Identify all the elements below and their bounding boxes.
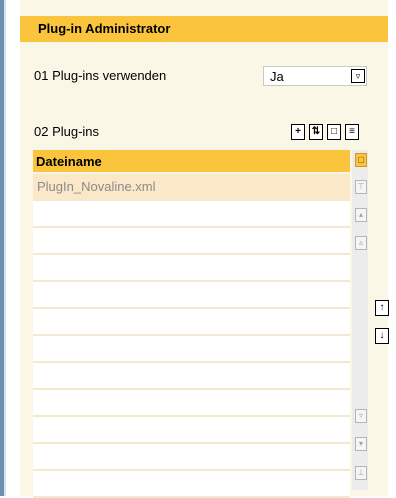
table-row[interactable] xyxy=(33,363,350,390)
scroll-up-icon[interactable]: ▵ xyxy=(355,236,367,250)
scroll-top-icon[interactable]: ⊤ xyxy=(355,180,367,194)
plugins-table: Dateiname PlugIn_Novaline.xml xyxy=(33,150,350,498)
table-scrollbar[interactable]: ▢ ⊤ ▴ ▵ ▿ ▾ ⊥ xyxy=(352,150,368,490)
table-row[interactable] xyxy=(33,417,350,444)
column-header-filename[interactable]: Dateiname xyxy=(33,150,350,174)
table-row[interactable] xyxy=(33,282,350,309)
table-row[interactable] xyxy=(33,309,350,336)
page-down-icon[interactable]: ▾ xyxy=(355,437,367,451)
use-plugins-value: Ja xyxy=(270,69,284,84)
move-down-icon[interactable]: ↓ xyxy=(375,328,389,344)
table-row[interactable] xyxy=(33,471,350,498)
table-row[interactable] xyxy=(33,336,350,363)
panel-title: Plug-in Administrator xyxy=(20,16,388,42)
delete-icon[interactable]: □ xyxy=(327,124,341,140)
use-plugins-label: 01 Plug-ins verwenden xyxy=(34,68,167,83)
table-row[interactable] xyxy=(33,228,350,255)
chevron-down-icon[interactable]: ▿ xyxy=(351,69,365,83)
plugin-admin-panel: Plug-in Administrator 01 Plug-ins verwen… xyxy=(20,0,389,498)
details-icon[interactable]: ≡ xyxy=(345,124,359,140)
add-icon[interactable]: + xyxy=(291,124,305,140)
move-up-icon[interactable]: ↑ xyxy=(375,300,389,316)
window-left-border-inner xyxy=(4,0,6,496)
plugins-section-label: 02 Plug-ins xyxy=(34,124,100,139)
table-row[interactable] xyxy=(33,444,350,471)
scroll-down-icon[interactable]: ▿ xyxy=(355,409,367,423)
copy-icon[interactable]: ⇅ xyxy=(309,124,323,140)
page-up-icon[interactable]: ▴ xyxy=(355,208,367,222)
use-plugins-select[interactable]: Ja ▿ xyxy=(263,66,367,86)
scroll-bottom-icon[interactable]: ⊥ xyxy=(355,466,367,480)
table-row[interactable] xyxy=(33,201,350,228)
table-row[interactable] xyxy=(33,390,350,417)
table-row[interactable] xyxy=(33,255,350,282)
select-all-icon[interactable]: ▢ xyxy=(355,153,367,167)
table-row[interactable]: PlugIn_Novaline.xml xyxy=(33,174,350,201)
